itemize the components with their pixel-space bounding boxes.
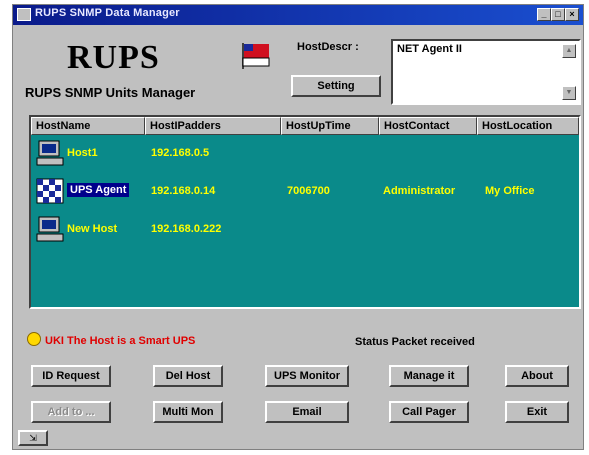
table-row[interactable]: Host1 192.168.0.5 (31, 139, 579, 169)
row-hostname: Host1 (67, 147, 98, 159)
app-subtitle: RUPS SNMP Units Manager (25, 85, 196, 100)
resize-grip-icon[interactable]: ⇲ (18, 430, 48, 446)
list-header: HostName HostIPadders HostUpTime HostCon… (31, 117, 579, 135)
id-request-button[interactable]: ID Request (31, 365, 111, 387)
maximize-button[interactable]: □ (551, 8, 565, 21)
scroll-down-icon[interactable]: ▼ (562, 86, 576, 100)
warning-icon (27, 332, 41, 346)
row-hostname: UPS Agent (67, 183, 130, 197)
exit-button[interactable]: Exit (505, 401, 569, 423)
row-uptime: 7006700 (287, 185, 330, 197)
close-button[interactable]: × (565, 8, 579, 21)
status-message: Status Packet received (355, 336, 475, 348)
row-ip: 192.168.0.5 (151, 147, 210, 159)
about-button[interactable]: About (505, 365, 569, 387)
ups-monitor-button[interactable]: UPS Monitor (265, 365, 349, 387)
main-window: RUPS SNMP Data Manager _ □ × RUPS RUPS S… (12, 4, 584, 450)
title-bar[interactable]: RUPS SNMP Data Manager _ □ × (13, 5, 583, 25)
app-icon (17, 8, 31, 21)
col-hostipadders[interactable]: HostIPadders (145, 117, 281, 135)
email-button[interactable]: Email (265, 401, 349, 423)
host-descr-label: HostDescr : (297, 41, 359, 53)
del-host-button[interactable]: Del Host (153, 365, 223, 387)
row-location: My Office (485, 185, 535, 197)
ups-agent-icon (36, 178, 64, 204)
computer-icon (36, 140, 64, 166)
row-ip: 192.168.0.14 (151, 185, 216, 197)
col-hostcontact[interactable]: HostContact (379, 117, 477, 135)
status-warning: UKI The Host is a Smart UPS (45, 335, 196, 347)
minimize-button[interactable]: _ (537, 8, 551, 21)
col-hostname[interactable]: HostName (31, 117, 145, 135)
app-logo: RUPS (67, 39, 160, 76)
col-hostuptime[interactable]: HostUpTime (281, 117, 379, 135)
host-descr-box[interactable]: NET Agent II ▲ ▼ (391, 39, 581, 105)
multi-mon-button[interactable]: Multi Mon (153, 401, 223, 423)
scroll-up-icon[interactable]: ▲ (562, 44, 576, 58)
row-hostname: New Host (67, 223, 118, 235)
table-row[interactable]: UPS Agent 192.168.0.14 7006700 Administr… (31, 177, 579, 207)
manage-it-button[interactable]: Manage it (389, 365, 469, 387)
setting-button[interactable]: Setting (291, 75, 381, 97)
window-title: RUPS SNMP Data Manager (35, 7, 180, 19)
flag-icon (242, 43, 270, 69)
computer-icon (36, 216, 64, 242)
call-pager-button[interactable]: Call Pager (389, 401, 469, 423)
col-hostlocation[interactable]: HostLocation (477, 117, 579, 135)
host-list[interactable]: HostName HostIPadders HostUpTime HostCon… (29, 115, 581, 309)
row-contact: Administrator (383, 185, 456, 197)
row-ip: 192.168.0.222 (151, 223, 222, 235)
table-row[interactable]: New Host 192.168.0.222 (31, 215, 579, 245)
host-descr-value: NET Agent II (397, 43, 462, 55)
add-to-button[interactable]: Add to ... (31, 401, 111, 423)
